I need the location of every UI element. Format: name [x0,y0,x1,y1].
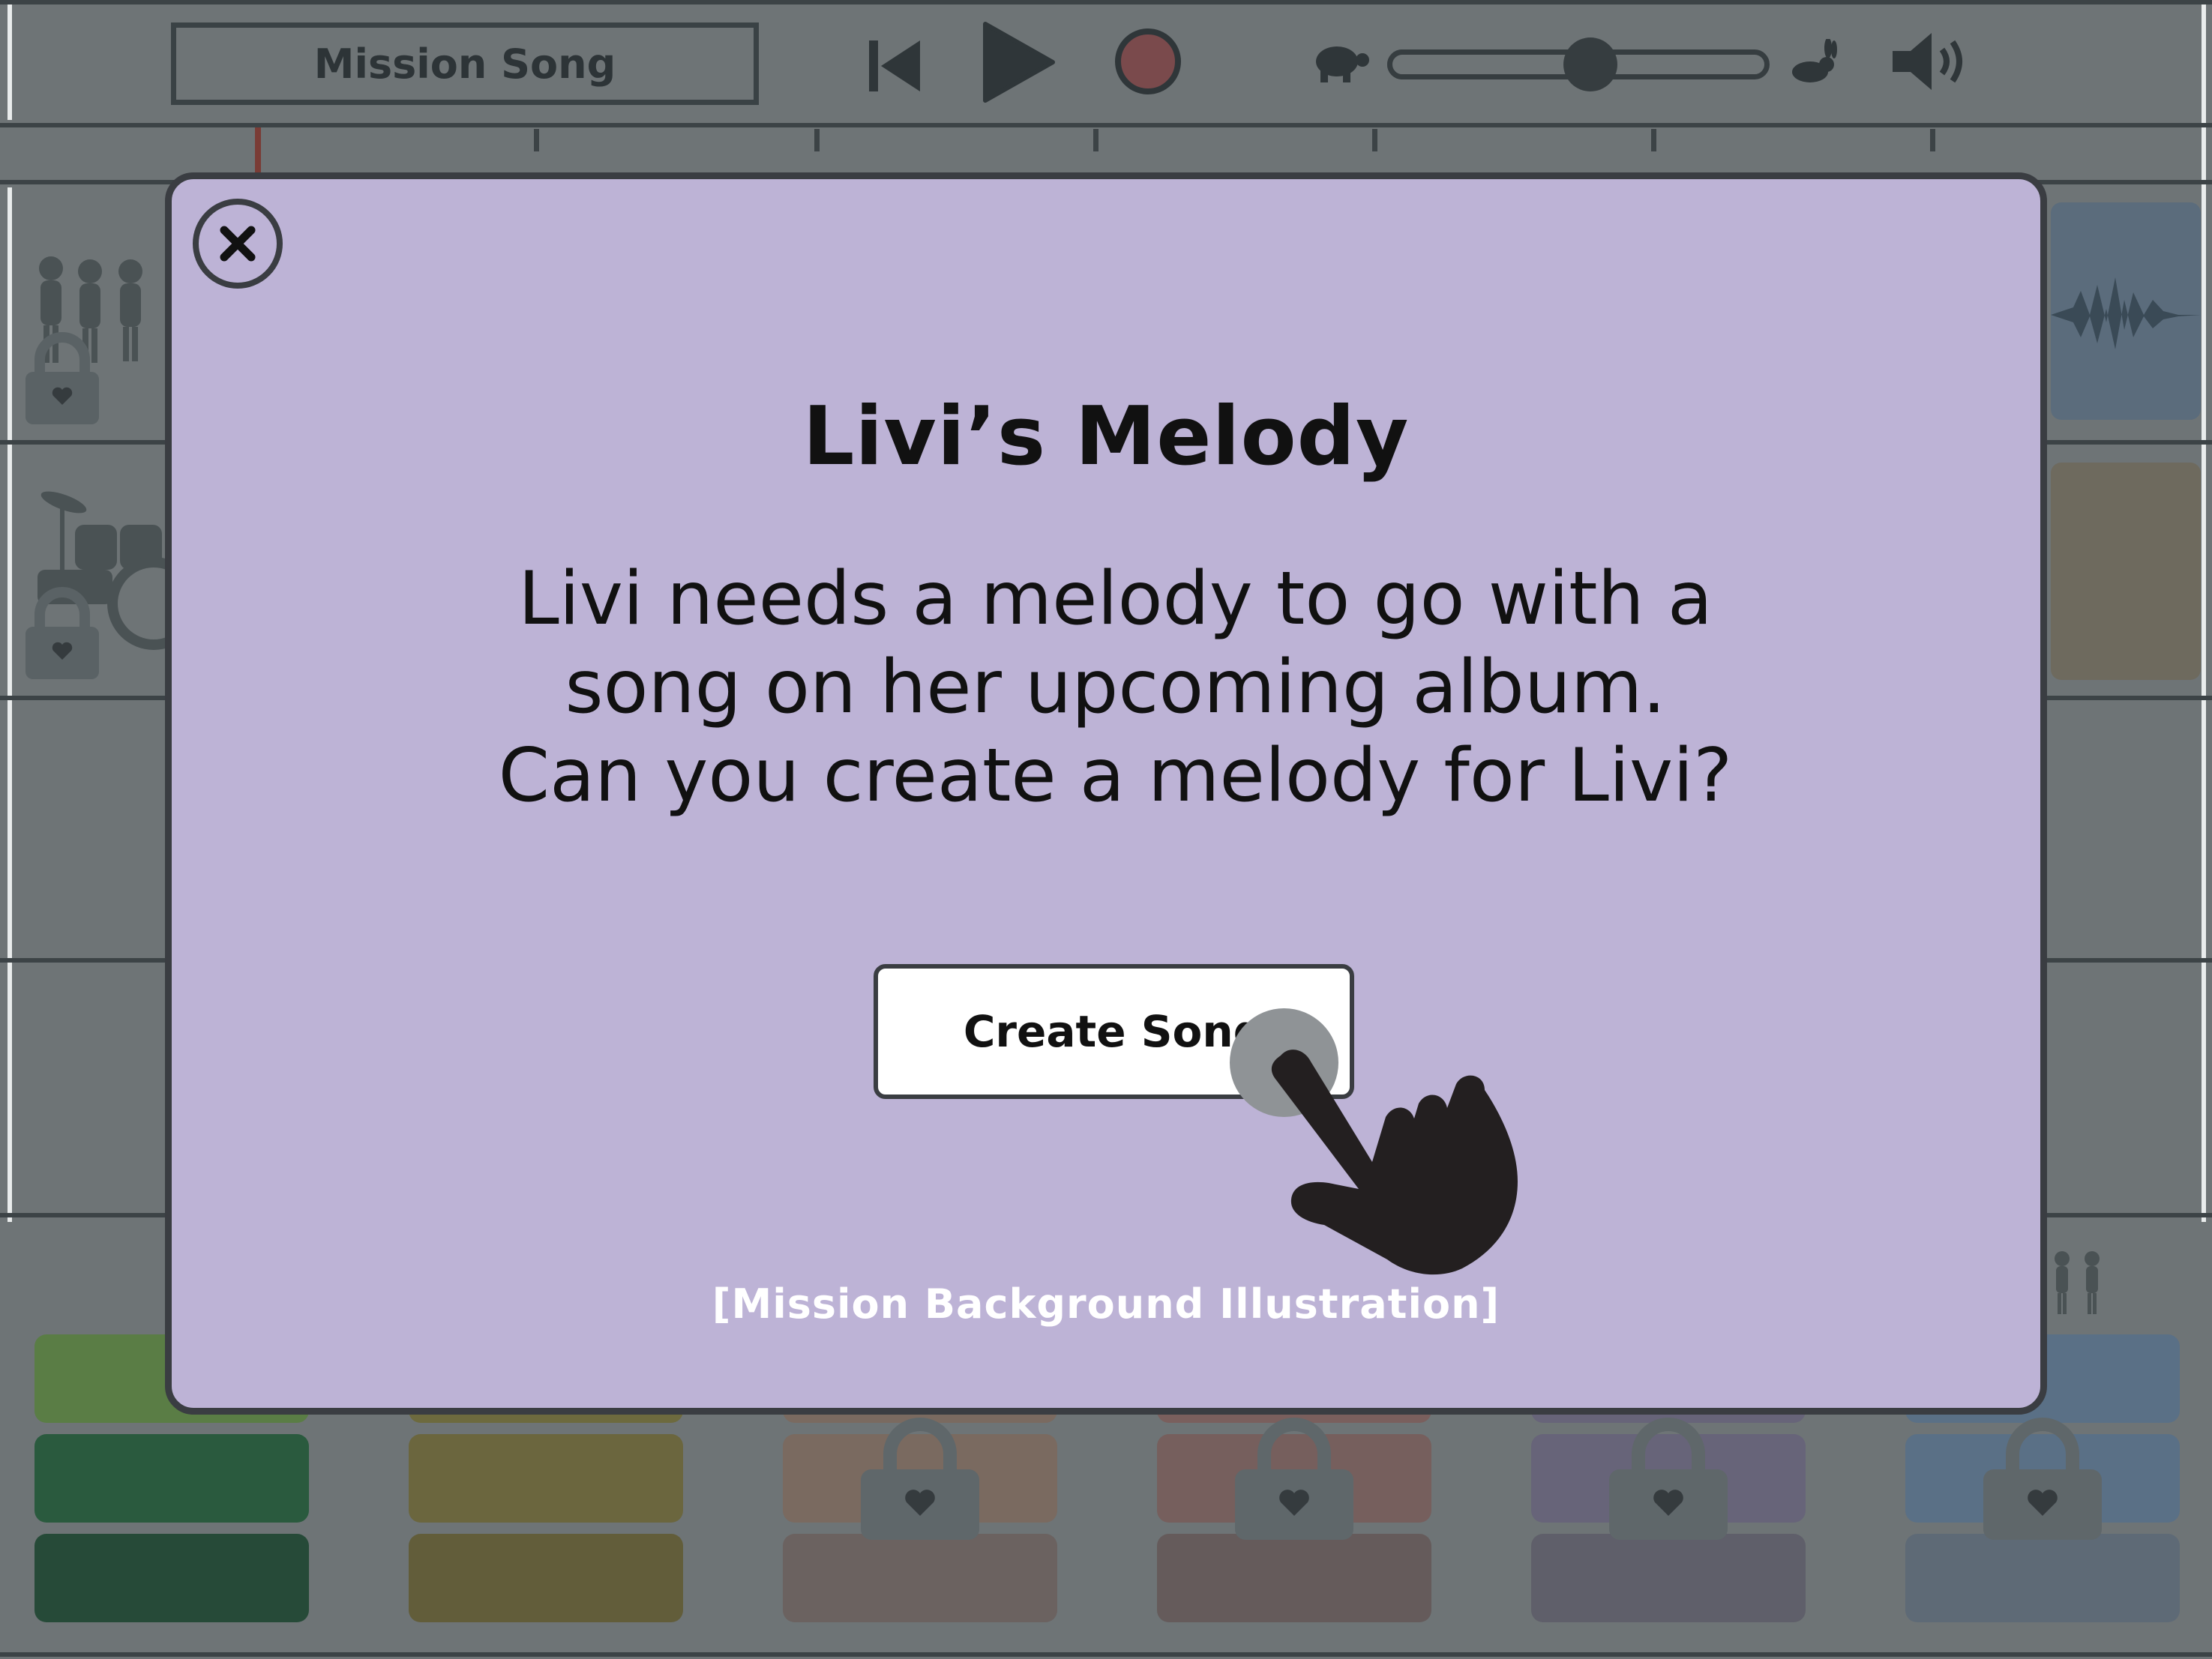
timeline-tick [814,129,820,151]
mission-title: Livi’s Melody [802,390,1410,484]
close-button[interactable] [193,199,283,289]
song-title-text: Mission Song [313,40,616,88]
divider [0,123,2212,127]
lock-icon [1605,1415,1732,1543]
timeline-tick [534,129,539,151]
create-song-label: Create Song [963,1006,1265,1057]
singers-icon [2040,1248,2115,1319]
instrument-pad [1157,1534,1431,1622]
tempo-slider-handle[interactable] [1563,37,1617,91]
background-illustration-placeholder: [Mission Background Illustration] [712,1280,1500,1328]
timeline-tick [1093,129,1099,151]
timeline-tick [1372,129,1377,151]
lock-icon [21,330,148,457]
instrument-pad[interactable] [409,1434,683,1523]
skip-back-icon[interactable] [866,36,926,99]
timeline-tick [1651,129,1656,151]
edge-divider [7,187,12,1222]
rabbit-icon [1785,37,1839,90]
timeline-tick [1930,129,1935,151]
waveform-icon [2051,277,2201,349]
close-icon [220,226,256,262]
lock-icon [21,585,148,712]
play-icon[interactable] [981,21,1056,106]
instrument-pad[interactable] [409,1534,683,1622]
instrument-pad [783,1534,1057,1622]
description-line: Can you create a melody for Livi? [498,733,1733,819]
lock-icon [1230,1415,1358,1543]
instrument-pad[interactable] [34,1434,309,1523]
drum-clip[interactable] [2051,463,2201,680]
instrument-pad [1905,1534,2180,1622]
speaker-icon[interactable] [1890,30,1972,96]
instrument-pad[interactable] [34,1534,309,1622]
description-line: Livi needs a melody to go with a [518,556,1713,642]
edge-divider [7,0,12,120]
divider [0,1652,2212,1657]
playhead[interactable] [255,127,261,172]
lock-icon [1979,1415,2106,1543]
record-icon[interactable] [1113,27,1182,99]
audio-clip[interactable] [2051,202,2201,420]
song-title-field[interactable]: Mission Song [171,22,759,105]
turtle-icon [1308,40,1370,88]
pointing-hand-icon [1260,1035,1530,1292]
divider [0,0,2212,4]
mission-description: Livi needs a melody to go with a song on… [465,555,1766,820]
description-line: song on her upcoming album. [565,645,1666,730]
instrument-pad [1531,1534,1806,1622]
lock-icon [856,1415,984,1543]
